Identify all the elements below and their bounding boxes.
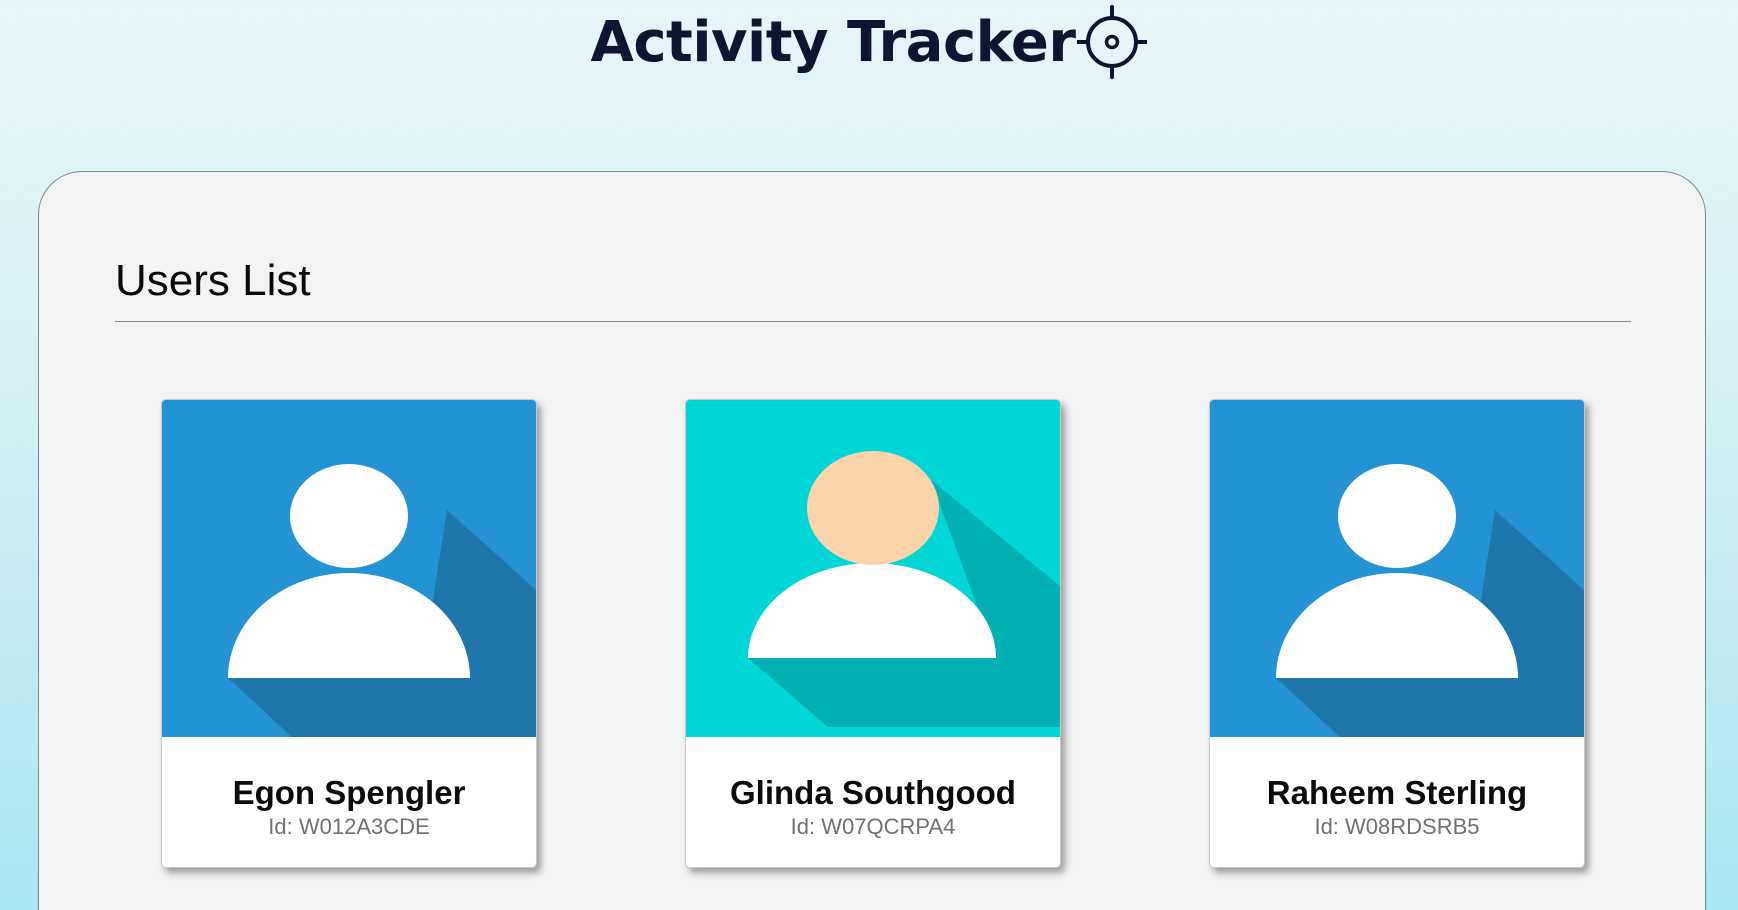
user-id-label: Id: — [1314, 814, 1339, 839]
user-name: Egon Spengler — [232, 774, 466, 811]
user-card[interactable]: Raheem Sterling Id: W08RDSRB5 — [1209, 399, 1585, 868]
user-id-label: Id: — [268, 814, 293, 839]
user-avatar-icon — [1210, 400, 1584, 737]
user-id: Id: W012A3CDE — [162, 814, 536, 840]
user-id-value: W07QCRPA4 — [821, 814, 956, 839]
user-name: Glinda Southgood — [730, 774, 1016, 811]
user-avatar-icon — [686, 400, 1060, 737]
section-divider — [115, 321, 1631, 322]
user-id: Id: W07QCRPA4 — [686, 814, 1060, 840]
app-header: Activity Tracker — [0, 0, 1738, 90]
app-title-wrap: Activity Tracker — [590, 5, 1148, 80]
user-card[interactable]: Egon Spengler Id: W012A3CDE — [161, 399, 537, 868]
user-name: Raheem Sterling — [1266, 774, 1528, 811]
user-id: Id: W08RDSRB5 — [1210, 814, 1584, 840]
main-panel: Users List Egon Spengler Id: W012A3CDE G… — [38, 171, 1706, 910]
user-card[interactable]: Glinda Southgood Id: W07QCRPA4 — [685, 399, 1061, 868]
card-body: Raheem Sterling Id: W08RDSRB5 — [1210, 737, 1584, 867]
user-id-value: W08RDSRB5 — [1345, 814, 1480, 839]
card-body: Egon Spengler Id: W012A3CDE — [162, 737, 536, 867]
users-list-title: Users List — [115, 256, 311, 305]
card-body: Glinda Southgood Id: W07QCRPA4 — [686, 737, 1060, 867]
user-id-value: W012A3CDE — [298, 814, 430, 839]
user-avatar-icon — [162, 400, 536, 737]
user-id-label: Id: — [790, 814, 816, 839]
app-title: Activity Tracker — [590, 10, 1076, 75]
target-icon — [1077, 5, 1148, 79]
